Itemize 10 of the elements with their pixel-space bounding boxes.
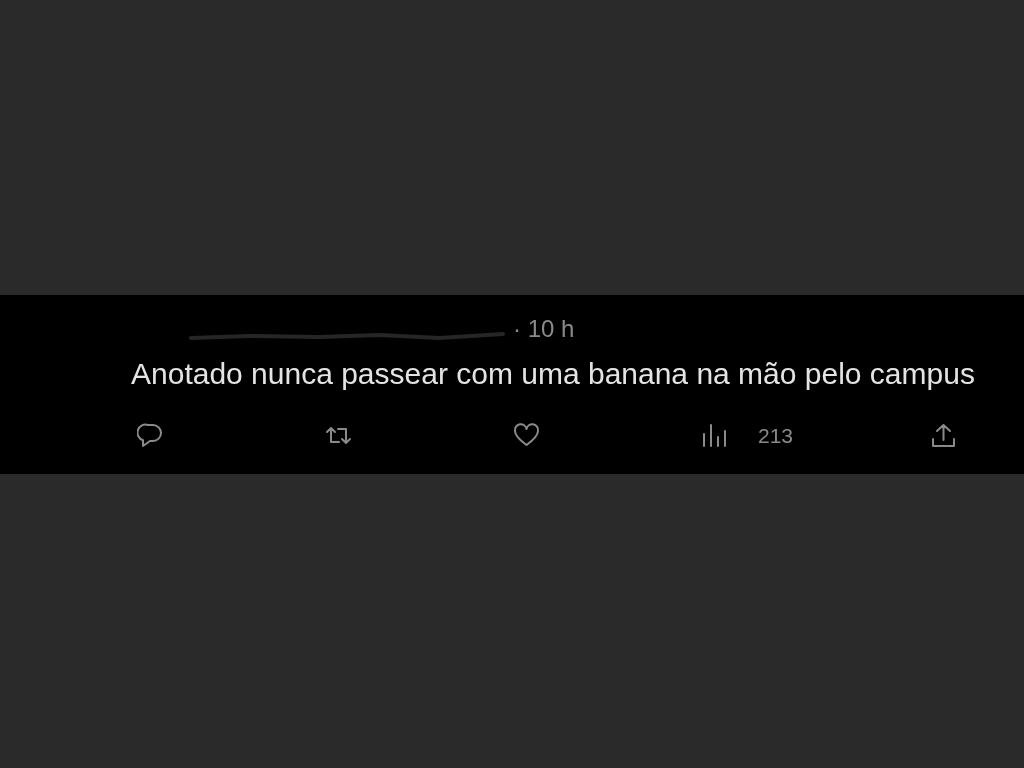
like-button[interactable] xyxy=(513,422,540,449)
share-button[interactable] xyxy=(930,422,957,449)
heart-icon xyxy=(513,422,540,449)
speech-bubble-icon xyxy=(137,422,164,449)
reply-button[interactable] xyxy=(137,422,164,449)
post-time: · 10 h xyxy=(513,314,575,343)
share-upload-icon xyxy=(930,422,957,449)
views-button[interactable]: 213 xyxy=(701,422,794,449)
bar-chart-icon xyxy=(701,422,728,449)
post-text: Anotado nunca passear com uma banana na mão pelo campus xyxy=(131,356,976,391)
